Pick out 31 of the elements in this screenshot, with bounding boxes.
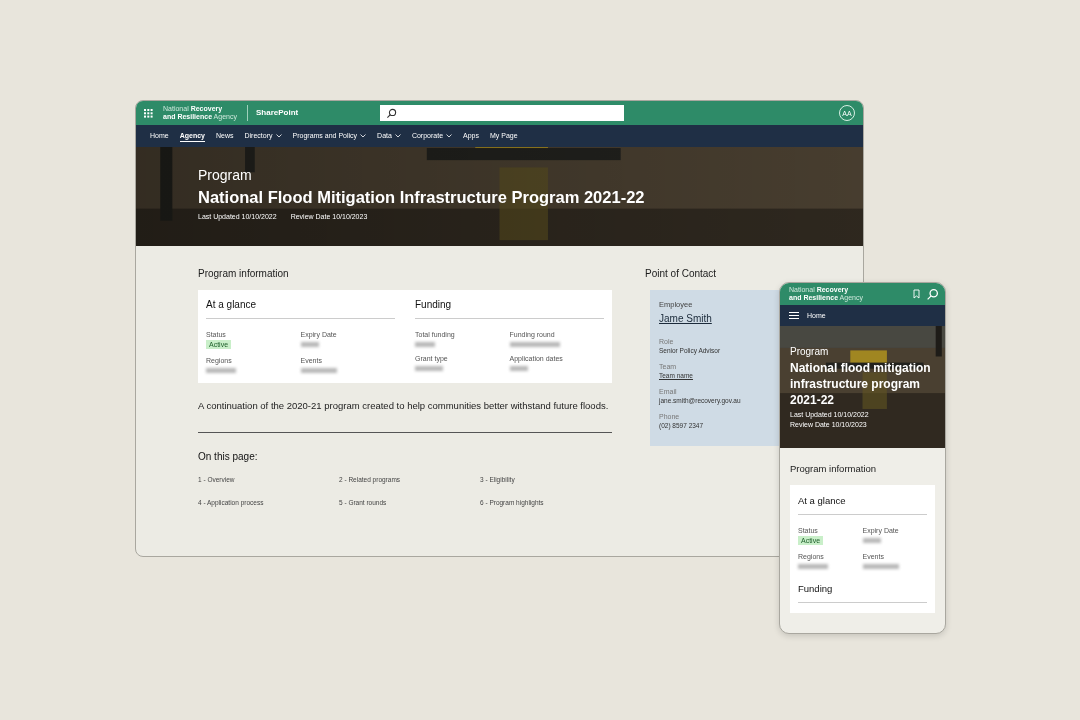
section-title: Program information <box>790 463 878 474</box>
blurred-value <box>415 366 443 371</box>
bookmark-icon[interactable] <box>913 289 920 299</box>
blurred-value <box>798 564 828 569</box>
blurred-value <box>300 342 319 347</box>
blurred-value <box>509 366 528 371</box>
blurred-value <box>509 342 560 347</box>
page-type: Program <box>790 346 830 357</box>
card-title: At a glance <box>206 299 395 319</box>
on-this-page-heading: On this page: <box>198 451 259 462</box>
blurred-value <box>300 368 337 373</box>
search-field[interactable] <box>380 105 625 121</box>
card-title: Funding <box>798 583 927 603</box>
card-title: At a glance <box>798 495 927 515</box>
blurred-value <box>862 538 881 543</box>
product-name[interactable]: SharePoint <box>246 105 299 121</box>
blurred-value <box>862 564 899 569</box>
section-title: Program information <box>198 268 290 279</box>
card-title: Funding <box>415 299 604 319</box>
page-title: National Flood Mitigation Infrastructure Program 2021-22 <box>198 187 645 207</box>
description: A continuation of the 2020-21 program created to help communities better withstand future floods. <box>198 399 610 412</box>
blurred-value <box>415 342 435 347</box>
employee-name-link[interactable]: Jame Smith <box>659 313 712 324</box>
blurred-value <box>206 368 236 373</box>
search-icon <box>386 107 398 119</box>
section-title: Point of Contact <box>645 268 718 279</box>
search-icon <box>926 287 939 301</box>
app-launcher-icon[interactable] <box>144 108 153 118</box>
page-type: Program <box>198 167 253 183</box>
menu-icon[interactable] <box>789 312 799 319</box>
page-title: National flood mitigation infrastructure program 2021-22 <box>790 360 932 408</box>
